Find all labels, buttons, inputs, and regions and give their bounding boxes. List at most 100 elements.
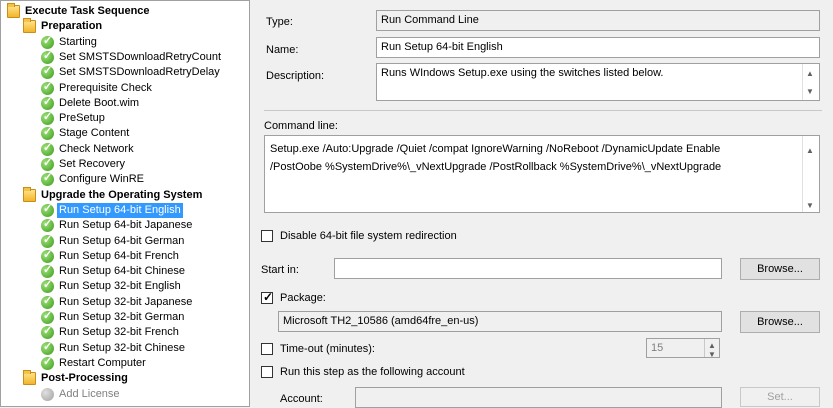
tree-node-label: Run Setup 64-bit Japanese xyxy=(59,219,193,232)
type-label: Type: xyxy=(266,16,293,28)
tree-root-node[interactable]: Execute Task Sequence xyxy=(7,3,152,19)
run-as-account-checkbox[interactable] xyxy=(261,366,273,378)
disable-redirection-label: Disable 64-bit file system redirection xyxy=(280,230,457,242)
scroll-down-icon[interactable]: ▼ xyxy=(806,85,814,99)
command-line-line-2: /PostOobe %SystemDrive%\_vNextUpgrade /P… xyxy=(270,161,722,173)
tree-node-label: Run Setup 32-bit Chinese xyxy=(59,341,185,354)
tree-node-label: Set SMSTSDownloadRetryDelay xyxy=(59,66,220,79)
tree-node-label: Delete Boot.wim xyxy=(59,96,140,109)
tree-node-label: Configure WinRE xyxy=(59,173,144,186)
account-label: Account: xyxy=(280,393,323,405)
success-check-icon xyxy=(41,324,54,340)
tree-step-node[interactable]: Run Setup 32-bit Chinese xyxy=(41,340,187,356)
tree-step-node[interactable]: Run Setup 64-bit German xyxy=(41,233,186,249)
tree-step-node[interactable]: Configure WinRE xyxy=(41,171,146,187)
tree-node-label: Set SMSTSDownloadRetryCount xyxy=(59,50,222,63)
folder-icon xyxy=(23,186,36,202)
tree-node-label: Run Setup 32-bit German xyxy=(59,311,185,323)
task-sequence-tree[interactable]: Execute Task Sequence Preparation Starting… xyxy=(0,0,250,407)
description-field[interactable]: Runs WIndows Setup.exe using the switche… xyxy=(376,63,820,101)
tree-step-node[interactable]: Stage Content xyxy=(41,125,131,141)
scroll-down-icon[interactable]: ▼ xyxy=(806,197,814,212)
success-check-icon xyxy=(41,202,54,217)
success-check-icon xyxy=(41,217,54,233)
tree-step-node[interactable]: Add License xyxy=(41,387,122,402)
tree-step-node[interactable]: Run Setup 64-bit Japanese xyxy=(41,217,194,233)
tree-node-label: Execute Task Sequence xyxy=(25,5,150,17)
package-checkbox[interactable] xyxy=(261,290,273,304)
tree-node-label: Preparation xyxy=(41,20,103,33)
tree-step-node[interactable]: Run Setup 64-bit French xyxy=(41,248,181,264)
tree-node-label: Run Setup 32-bit French xyxy=(59,326,179,339)
description-label: Description: xyxy=(266,70,325,82)
tree-node-label: Run Setup 32-bit English xyxy=(59,280,181,293)
spin-down-icon[interactable]: ▼ xyxy=(708,348,716,357)
description-text: Runs WIndows Setup.exe using the switche… xyxy=(381,67,664,79)
tree-step-node[interactable]: Check Network xyxy=(41,141,136,157)
tree-node-label: Run Setup 64-bit English xyxy=(57,202,183,218)
success-check-icon xyxy=(41,95,54,110)
folder-icon xyxy=(7,3,20,18)
tree-step-node[interactable]: Delete Boot.wim xyxy=(41,95,141,111)
success-check-icon xyxy=(41,80,54,95)
scroll-up-icon[interactable]: ▲ xyxy=(806,67,814,81)
folder-icon xyxy=(23,370,36,386)
name-label: Name: xyxy=(266,44,299,56)
tree-node-label: Check Network xyxy=(59,142,134,155)
tree-node-label: Starting xyxy=(59,35,97,48)
tree-step-node[interactable]: Run Setup 32-bit German xyxy=(41,309,186,325)
command-line-scrollbar[interactable]: ▲ ▼ xyxy=(802,136,819,212)
success-check-icon xyxy=(41,278,54,294)
tree-group-node[interactable]: Post-Processing xyxy=(23,370,130,386)
tree-step-node[interactable]: Run Setup 32-bit Japanese xyxy=(41,294,194,310)
tree-node-label: Run Setup 64-bit German xyxy=(59,234,185,247)
success-check-icon xyxy=(41,248,54,263)
timeout-label: Time-out (minutes): xyxy=(280,343,375,355)
tree-node-label: Run Setup 64-bit French xyxy=(59,249,179,262)
success-check-icon xyxy=(41,64,54,80)
tree-step-node[interactable]: PreSetup xyxy=(41,110,107,126)
disabled-step-icon xyxy=(41,387,54,401)
disable-redirection-checkbox[interactable] xyxy=(261,230,273,242)
name-field[interactable]: Run Setup 64-bit English xyxy=(376,37,820,58)
account-field xyxy=(355,387,722,408)
success-check-icon xyxy=(41,309,54,324)
tree-step-node[interactable]: Run Setup 32-bit French xyxy=(41,324,181,340)
timeout-spin-buttons[interactable]: ▲ ▼ xyxy=(704,339,719,357)
tree-step-node[interactable]: Set Recovery xyxy=(41,156,127,172)
success-check-icon xyxy=(41,340,54,355)
browse-start-in-button[interactable]: Browse... xyxy=(740,258,820,280)
tree-step-node[interactable]: Run Setup 64-bit Chinese xyxy=(41,263,187,279)
tree-group-node[interactable]: Upgrade the Operating System xyxy=(23,186,204,203)
timeout-stepper[interactable]: 15 ▲ ▼ xyxy=(646,338,720,358)
tree-step-node[interactable]: Run Setup 32-bit English xyxy=(41,278,183,294)
scroll-up-icon[interactable]: ▲ xyxy=(806,142,814,160)
start-in-field[interactable] xyxy=(334,258,722,279)
tree-step-node[interactable]: Set SMSTSDownloadRetryCount xyxy=(41,49,223,65)
tree-step-node[interactable]: Prerequisite Check xyxy=(41,80,154,96)
command-line-label: Command line: xyxy=(264,120,338,132)
tree-group-node[interactable]: Preparation xyxy=(23,18,104,34)
command-line-line-1: Setup.exe /Auto:Upgrade /Quiet /compat I… xyxy=(270,143,721,155)
start-in-label: Start in: xyxy=(261,264,299,276)
tree-step-node[interactable]: Run Setup 64-bit English xyxy=(41,202,183,218)
tree-node-label: Run Setup 32-bit Japanese xyxy=(59,295,193,308)
command-line-field[interactable]: Setup.exe /Auto:Upgrade /Quiet /compat I… xyxy=(264,135,820,213)
success-check-icon xyxy=(41,233,54,248)
tree-node-label: Prerequisite Check xyxy=(59,81,152,94)
success-check-icon xyxy=(41,125,54,141)
success-check-icon xyxy=(41,171,54,187)
browse-package-button[interactable]: Browse... xyxy=(740,311,820,333)
tree-node-label: Run Setup 64-bit Chinese xyxy=(59,265,185,278)
success-check-icon xyxy=(41,156,54,171)
timeout-checkbox[interactable] xyxy=(261,343,273,355)
tree-step-node[interactable]: Set SMSTSDownloadRetryDelay xyxy=(41,64,222,80)
tree-step-node[interactable]: Starting xyxy=(41,34,99,50)
tree-step-node[interactable]: Restart Computer xyxy=(41,355,148,371)
description-scrollbar[interactable]: ▲ ▼ xyxy=(802,64,819,100)
tree-node-label: Upgrade the Operating System xyxy=(41,188,203,201)
properties-pane: Type: Run Command Line Name: Run Setup 6… xyxy=(252,0,833,408)
set-account-button[interactable]: Set... xyxy=(740,387,820,407)
type-value: Run Command Line xyxy=(376,10,820,31)
success-check-icon xyxy=(41,34,54,49)
